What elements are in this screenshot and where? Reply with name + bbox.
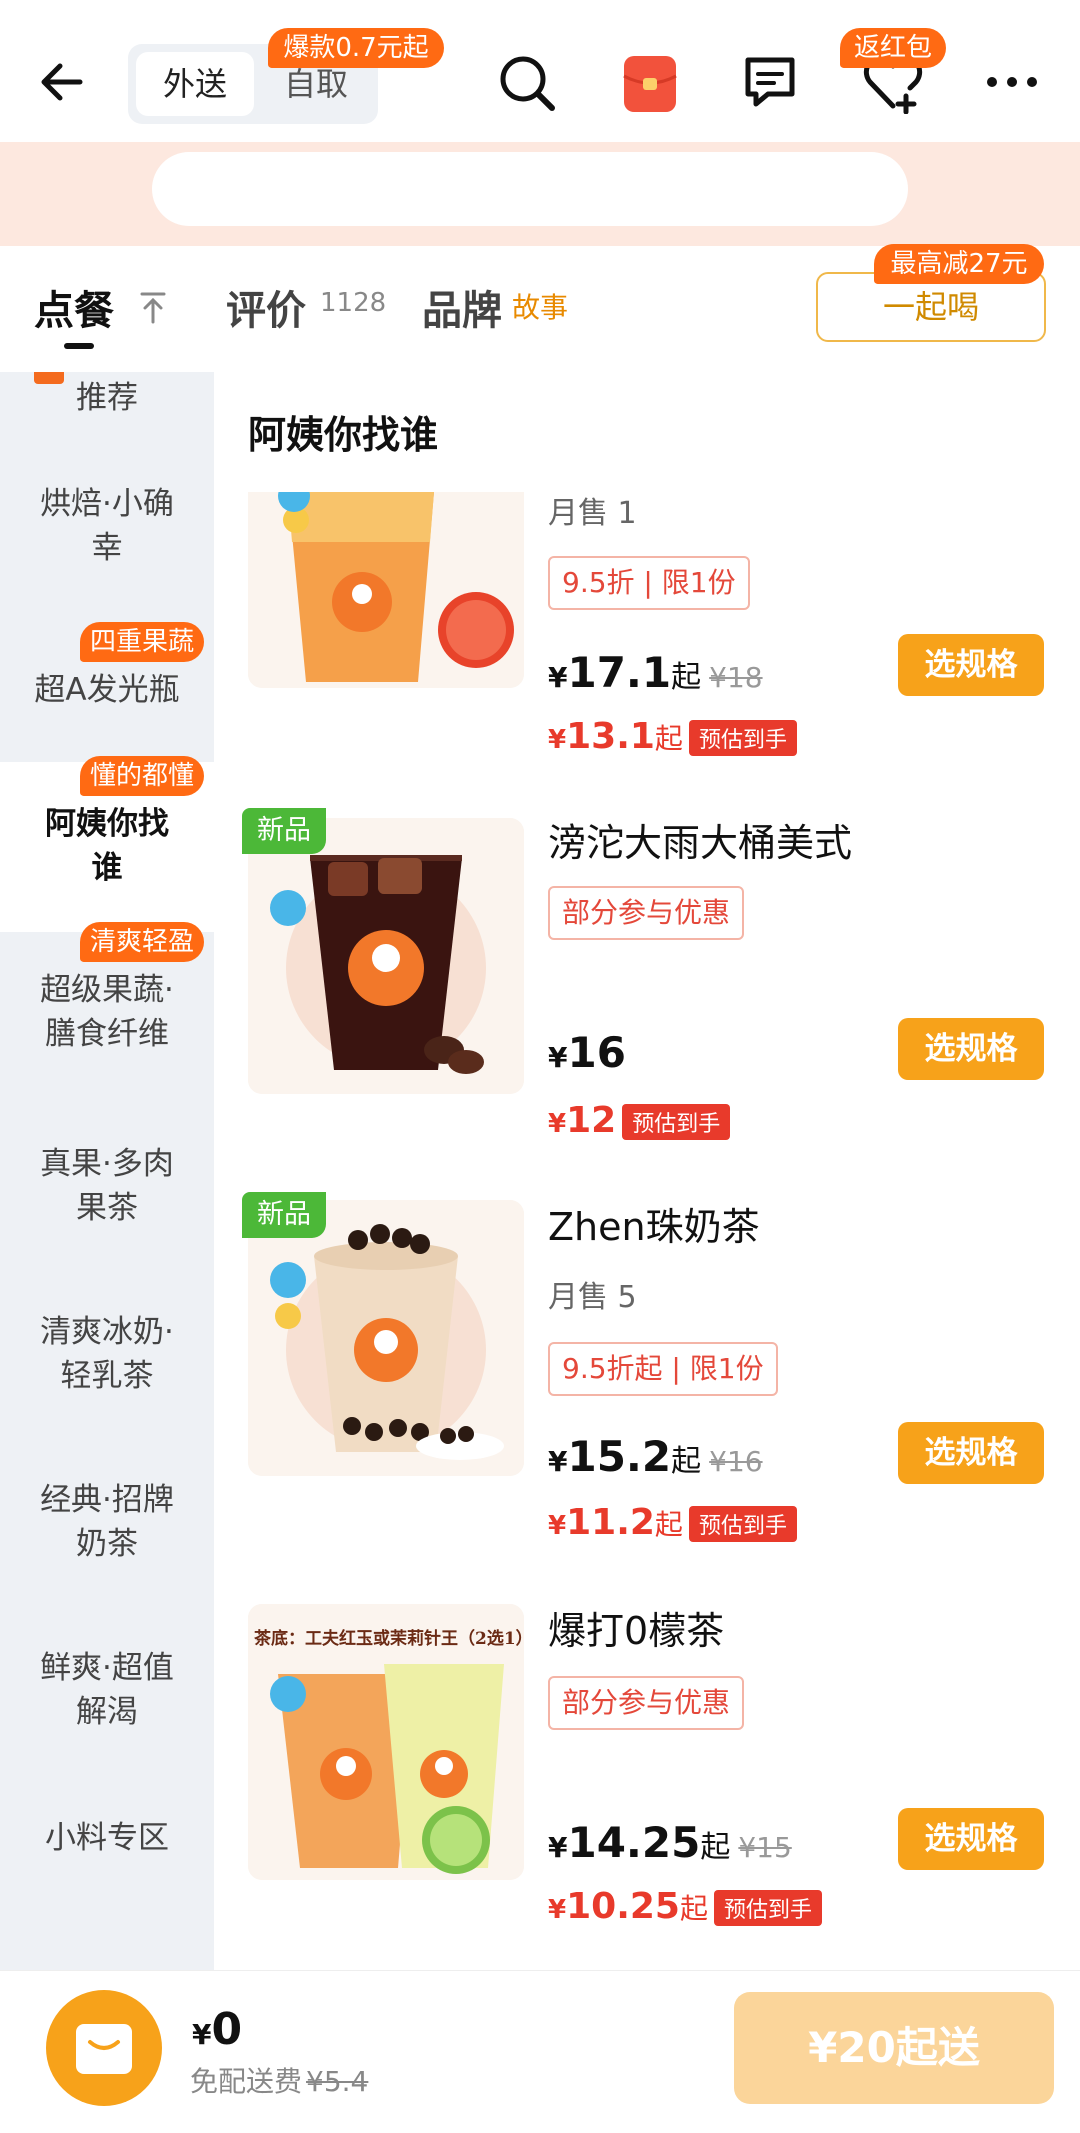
cold-icon — [270, 1262, 306, 1298]
product-estimated-price: ¥10.25起 预估到手 — [548, 1886, 822, 1927]
product-promo: 部分参与优惠 — [548, 1676, 745, 1730]
tab-review[interactable]: 评价 — [226, 278, 306, 336]
product-sales: 月售 5 — [548, 1280, 637, 1315]
cart-button[interactable] — [46, 1990, 162, 2106]
red-packet-icon[interactable] — [620, 54, 680, 114]
hot-icon — [275, 1303, 301, 1329]
cart-bag-icon — [76, 2024, 132, 2074]
sidebar-item-refresh[interactable]: 鲜爽·超值 解渴 — [0, 1646, 214, 1734]
search-icon[interactable] — [494, 50, 560, 116]
select-spec-button[interactable]: 选规格 — [898, 1808, 1044, 1870]
more-icon[interactable] — [982, 52, 1042, 112]
product-name[interactable]: Zhen珠奶茶 — [548, 1196, 760, 1251]
category-sidebar: 推荐 烘焙·小确 幸 超A发光瓶 四重果蔬 阿姨你找 谁 懂的都懂 超级果蔬· … — [0, 372, 214, 1970]
product-price: ¥16 — [548, 1028, 626, 1077]
product-image[interactable]: 茶底：工夫红玉或茉莉针王（2选1） — [248, 1604, 524, 1880]
new-product-tag: 新品 — [242, 1192, 326, 1238]
sidebar-item-super-fruit[interactable]: 超级果蔬· 膳食纤维 — [0, 968, 214, 1056]
sidebar-tag: 懂的都懂 — [80, 756, 205, 796]
recommend-marker — [34, 372, 64, 384]
product-price: ¥14.25起 ¥15 — [548, 1818, 792, 1867]
product-estimated-price: ¥11.2起 预估到手 — [548, 1502, 797, 1543]
min-order-button[interactable]: ¥20起送 — [734, 1992, 1054, 2104]
product-promo: 部分参与优惠 — [548, 886, 745, 940]
product-sales: 月售 1 — [548, 496, 637, 531]
product-price: ¥15.2起 ¥16 — [548, 1432, 763, 1481]
tab-active-underline — [64, 343, 94, 349]
new-product-tag: 新品 — [242, 808, 326, 854]
sidebar-item-fruit-tea[interactable]: 真果·多肉 果茶 — [0, 1142, 214, 1230]
brand-story-label[interactable]: 故事 — [512, 286, 568, 326]
pickup-promo-badge: 爆款0.7元起 — [268, 28, 444, 68]
sidebar-item-recommend[interactable]: 推荐 — [0, 372, 214, 448]
product-promo: 9.5折 | 限1份 — [548, 556, 750, 610]
product-name[interactable]: 爆打0檬茶 — [548, 1600, 724, 1655]
product-image[interactable] — [248, 1200, 524, 1476]
sidebar-item-toppings[interactable]: 小料专区 — [0, 1816, 214, 1860]
sidebar-item-classic-milk-tea[interactable]: 经典·招牌 奶茶 — [0, 1478, 214, 1566]
image-caption: 茶底：工夫红玉或茉莉针王（2选1） — [254, 1629, 524, 1649]
cold-icon — [270, 1676, 306, 1712]
sidebar-item-label: 推荐 — [76, 380, 138, 416]
tab-order[interactable]: 点餐 — [34, 278, 114, 336]
tab-brand[interactable]: 品牌 — [422, 278, 502, 336]
heart-promo-badge: 返红包 — [840, 28, 946, 68]
sidebar-tag: 清爽轻盈 — [80, 922, 205, 962]
product-estimated-price: ¥12 预估到手 — [548, 1100, 731, 1141]
select-spec-button[interactable]: 选规格 — [898, 1018, 1044, 1080]
chat-icon[interactable] — [740, 52, 800, 112]
sidebar-item-bakery[interactable]: 烘焙·小确 幸 — [0, 482, 214, 570]
scroll-top-icon[interactable] — [138, 290, 168, 324]
cart-total: ¥0 — [192, 2004, 243, 2055]
product-promo: 9.5折起 | 限1份 — [548, 1342, 778, 1396]
banner-notice-pill[interactable] — [152, 152, 908, 226]
delivery-fee: 免配送费 ¥5.4 — [190, 2065, 369, 2098]
select-spec-button[interactable]: 选规格 — [898, 634, 1044, 696]
sidebar-tag: 四重果蔬 — [80, 622, 205, 662]
sidebar-item-glow-bottle[interactable]: 超A发光瓶 — [0, 668, 214, 712]
section-title: 阿姨你找谁 — [248, 413, 439, 457]
mode-delivery-option[interactable]: 外送 — [136, 52, 254, 116]
sidebar-item-ice-milk[interactable]: 清爽冰奶· 轻乳茶 — [0, 1310, 214, 1398]
review-count: 1128 — [320, 288, 387, 318]
product-price: ¥17.1起 ¥18 — [548, 648, 763, 697]
group-order-badge: 最高减27元 — [874, 244, 1044, 284]
product-image[interactable] — [248, 818, 524, 1094]
select-spec-button[interactable]: 选规格 — [898, 1422, 1044, 1484]
cold-icon — [270, 890, 306, 926]
back-arrow-icon[interactable] — [36, 52, 96, 112]
product-image[interactable] — [248, 492, 524, 688]
product-name[interactable]: 滂沱大雨大桶美式 — [548, 812, 852, 867]
product-estimated-price: ¥13.1起 预估到手 — [548, 716, 797, 757]
